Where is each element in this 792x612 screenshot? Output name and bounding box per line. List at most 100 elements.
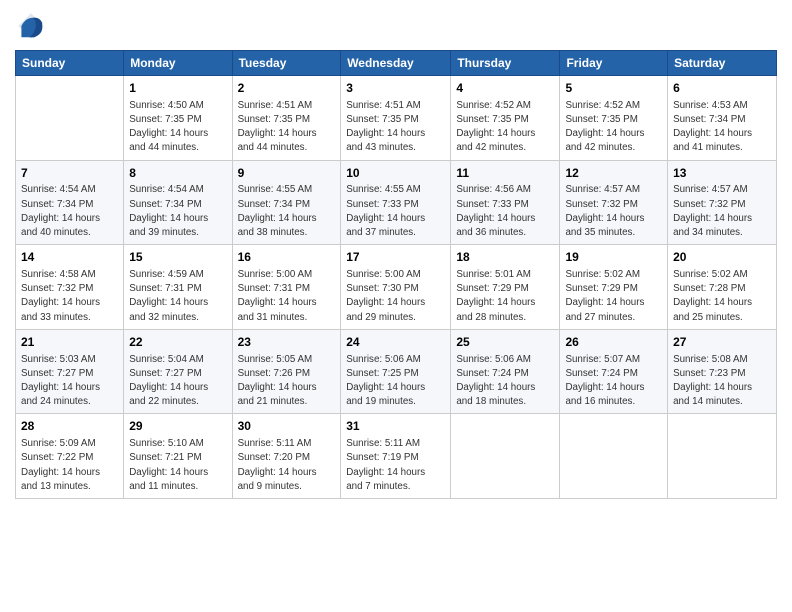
day-number: 5 [565,80,662,97]
weekday-header-sunday: Sunday [16,51,124,76]
weekday-header-friday: Friday [560,51,668,76]
logo [15,10,51,42]
day-info: Sunrise: 4:55 AM Sunset: 7:33 PM Dayligh… [346,183,445,240]
calendar-cell: 27 Sunrise: 5:08 AM Sunset: 7:23 PM Dayli… [668,329,777,414]
day-info: Sunrise: 4:57 AM Sunset: 7:32 PM Dayligh… [673,183,771,240]
day-info: Sunrise: 4:51 AM Sunset: 7:35 PM Dayligh… [346,99,445,156]
day-number: 1 [129,80,226,97]
calendar-cell: 22 Sunrise: 5:04 AM Sunset: 7:27 PM Dayli… [124,329,232,414]
weekday-header-row: SundayMondayTuesdayWednesdayThursdayFrid… [16,51,777,76]
day-number: 2 [238,80,336,97]
day-number: 21 [21,334,118,351]
calendar-cell: 31 Sunrise: 5:11 AM Sunset: 7:19 PM Dayli… [341,414,451,499]
calendar-cell: 29Sunrise: 5:10 AM Sunset: 7:21 PM Dayli… [124,414,232,499]
weekday-header-tuesday: Tuesday [232,51,341,76]
day-number: 6 [673,80,771,97]
weekday-header-monday: Monday [124,51,232,76]
day-number: 4 [456,80,554,97]
day-number: 18 [456,249,554,266]
calendar-cell: 15 Sunrise: 4:59 AM Sunset: 7:31 PM Dayli… [124,245,232,330]
calendar-cell: 20Sunrise: 5:02 AM Sunset: 7:28 PM Dayli… [668,245,777,330]
day-number: 17 [346,249,445,266]
day-number: 29 [129,418,226,435]
calendar-cell: 7Sunrise: 4:54 AM Sunset: 7:34 PM Daylig… [16,160,124,245]
week-row-3: 14 Sunrise: 4:58 AM Sunset: 7:32 PM Dayli… [16,245,777,330]
day-info: Sunrise: 5:00 AM Sunset: 7:31 PM Dayligh… [238,268,336,325]
calendar-cell: 13Sunrise: 4:57 AM Sunset: 7:32 PM Dayli… [668,160,777,245]
day-info: Sunrise: 5:11 AM Sunset: 7:19 PM Dayligh… [346,437,445,494]
calendar-cell: 3 Sunrise: 4:51 AM Sunset: 7:35 PM Daylig… [341,76,451,161]
weekday-header-wednesday: Wednesday [341,51,451,76]
day-info: Sunrise: 4:55 AM Sunset: 7:34 PM Dayligh… [238,183,336,240]
day-info: Sunrise: 5:04 AM Sunset: 7:27 PM Dayligh… [129,353,226,410]
day-info: Sunrise: 5:08 AM Sunset: 7:23 PM Dayligh… [673,353,771,410]
calendar-cell [668,414,777,499]
day-number: 9 [238,165,336,182]
day-info: Sunrise: 4:57 AM Sunset: 7:32 PM Dayligh… [565,183,662,240]
week-row-2: 7Sunrise: 4:54 AM Sunset: 7:34 PM Daylig… [16,160,777,245]
calendar-cell: 17Sunrise: 5:00 AM Sunset: 7:30 PM Dayli… [341,245,451,330]
calendar-cell: 9Sunrise: 4:55 AM Sunset: 7:34 PM Daylig… [232,160,341,245]
day-number: 31 [346,418,445,435]
day-info: Sunrise: 4:51 AM Sunset: 7:35 PM Dayligh… [238,99,336,156]
week-row-5: 28Sunrise: 5:09 AM Sunset: 7:22 PM Dayli… [16,414,777,499]
calendar-cell: 5 Sunrise: 4:52 AM Sunset: 7:35 PM Daylig… [560,76,668,161]
weekday-header-saturday: Saturday [668,51,777,76]
day-number: 11 [456,165,554,182]
day-number: 14 [21,249,118,266]
week-row-1: 1 Sunrise: 4:50 AM Sunset: 7:35 PM Daylig… [16,76,777,161]
calendar-table: SundayMondayTuesdayWednesdayThursdayFrid… [15,50,777,499]
day-info: Sunrise: 4:58 AM Sunset: 7:32 PM Dayligh… [21,268,118,325]
day-info: Sunrise: 5:06 AM Sunset: 7:24 PM Dayligh… [456,353,554,410]
page: SundayMondayTuesdayWednesdayThursdayFrid… [0,0,792,612]
day-info: Sunrise: 4:54 AM Sunset: 7:34 PM Dayligh… [129,183,226,240]
day-info: Sunrise: 5:01 AM Sunset: 7:29 PM Dayligh… [456,268,554,325]
calendar-cell: 30 Sunrise: 5:11 AM Sunset: 7:20 PM Dayli… [232,414,341,499]
day-info: Sunrise: 5:07 AM Sunset: 7:24 PM Dayligh… [565,353,662,410]
calendar-cell [560,414,668,499]
calendar-cell: 25 Sunrise: 5:06 AM Sunset: 7:24 PM Dayli… [451,329,560,414]
day-number: 24 [346,334,445,351]
day-number: 19 [565,249,662,266]
day-number: 30 [238,418,336,435]
calendar-cell: 21 Sunrise: 5:03 AM Sunset: 7:27 PM Dayli… [16,329,124,414]
weekday-header-thursday: Thursday [451,51,560,76]
day-number: 15 [129,249,226,266]
day-number: 27 [673,334,771,351]
day-info: Sunrise: 5:06 AM Sunset: 7:25 PM Dayligh… [346,353,445,410]
day-number: 3 [346,80,445,97]
day-info: Sunrise: 4:56 AM Sunset: 7:33 PM Dayligh… [456,183,554,240]
calendar-cell: 11Sunrise: 4:56 AM Sunset: 7:33 PM Dayli… [451,160,560,245]
day-info: Sunrise: 4:50 AM Sunset: 7:35 PM Dayligh… [129,99,226,156]
day-info: Sunrise: 5:09 AM Sunset: 7:22 PM Dayligh… [21,437,118,494]
day-info: Sunrise: 4:59 AM Sunset: 7:31 PM Dayligh… [129,268,226,325]
calendar-cell [16,76,124,161]
day-info: Sunrise: 4:52 AM Sunset: 7:35 PM Dayligh… [565,99,662,156]
day-number: 26 [565,334,662,351]
header [15,10,777,42]
day-number: 25 [456,334,554,351]
calendar-cell [451,414,560,499]
calendar-cell: 19 Sunrise: 5:02 AM Sunset: 7:29 PM Dayli… [560,245,668,330]
day-number: 8 [129,165,226,182]
week-row-4: 21 Sunrise: 5:03 AM Sunset: 7:27 PM Dayli… [16,329,777,414]
logo-icon [15,10,47,42]
day-number: 22 [129,334,226,351]
day-number: 20 [673,249,771,266]
day-info: Sunrise: 4:54 AM Sunset: 7:34 PM Dayligh… [21,183,118,240]
calendar-cell: 24 Sunrise: 5:06 AM Sunset: 7:25 PM Dayli… [341,329,451,414]
day-info: Sunrise: 5:11 AM Sunset: 7:20 PM Dayligh… [238,437,336,494]
calendar-cell: 8Sunrise: 4:54 AM Sunset: 7:34 PM Daylig… [124,160,232,245]
day-info: Sunrise: 5:03 AM Sunset: 7:27 PM Dayligh… [21,353,118,410]
day-number: 10 [346,165,445,182]
calendar-cell: 14 Sunrise: 4:58 AM Sunset: 7:32 PM Dayli… [16,245,124,330]
day-number: 23 [238,334,336,351]
day-info: Sunrise: 5:02 AM Sunset: 7:29 PM Dayligh… [565,268,662,325]
day-info: Sunrise: 4:53 AM Sunset: 7:34 PM Dayligh… [673,99,771,156]
day-number: 12 [565,165,662,182]
calendar-cell: 16Sunrise: 5:00 AM Sunset: 7:31 PM Dayli… [232,245,341,330]
calendar-cell: 18 Sunrise: 5:01 AM Sunset: 7:29 PM Dayli… [451,245,560,330]
calendar-cell: 26 Sunrise: 5:07 AM Sunset: 7:24 PM Dayli… [560,329,668,414]
calendar-cell: 6 Sunrise: 4:53 AM Sunset: 7:34 PM Daylig… [668,76,777,161]
calendar-cell: 2 Sunrise: 4:51 AM Sunset: 7:35 PM Daylig… [232,76,341,161]
